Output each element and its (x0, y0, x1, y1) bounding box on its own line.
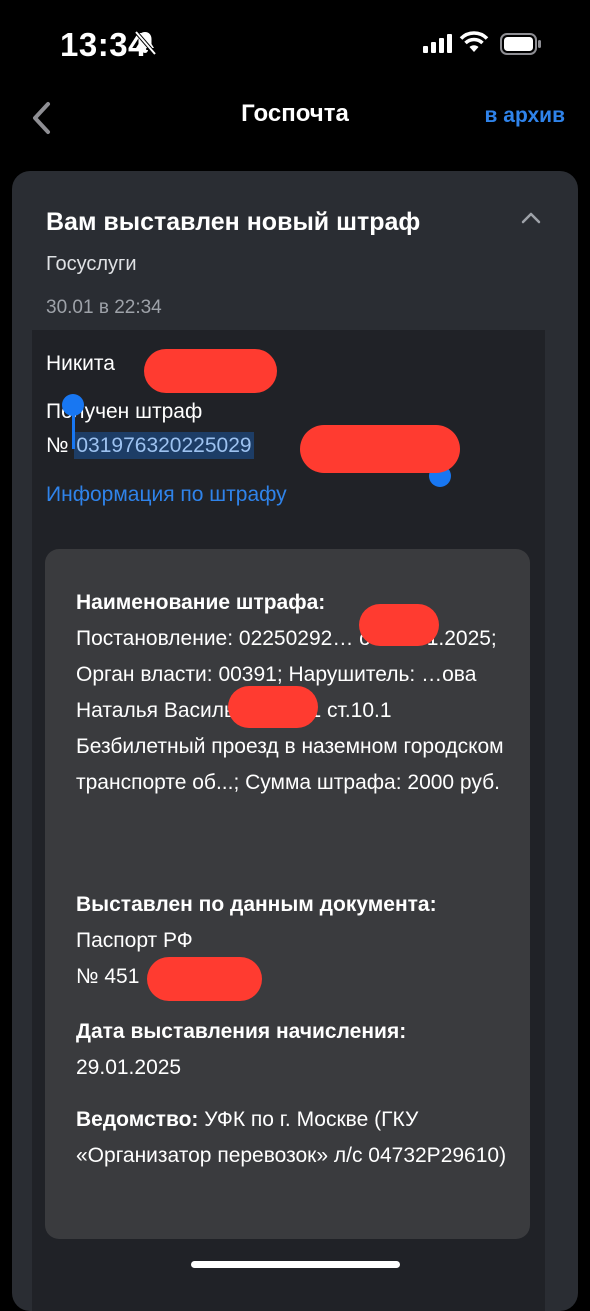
signal-icon (423, 34, 452, 53)
accrual-date-block: Дата выставления начисления: 29.01.2025 (76, 1014, 516, 1086)
fine-number-line: № 031976320225029 (46, 432, 254, 459)
document-block: Выставлен по данным документа: Паспорт Р… (76, 887, 516, 995)
number-prefix: № (46, 434, 69, 457)
status-bar: 13:34 (0, 0, 590, 88)
message-card: Вам выставлен новый штраф Госуслуги 30.0… (12, 171, 578, 1311)
fine-info-link[interactable]: Информация по штрафу (46, 483, 287, 507)
agency-block: Ведомство: УФК по г. Москве (ГКУ «Органи… (76, 1102, 516, 1174)
accrual-date-label: Дата выставления начисления: (76, 1020, 407, 1043)
redaction-mark (359, 604, 439, 646)
home-indicator[interactable] (191, 1261, 400, 1268)
greeting-text: Никита (46, 352, 115, 375)
chevron-up-icon[interactable] (520, 211, 542, 225)
nav-bar: Госпочта в архив (0, 88, 590, 148)
message-body: Никита Получен штраф № 031976320225029 И… (32, 330, 545, 1311)
accrual-date-value: 29.01.2025 (76, 1056, 182, 1079)
fine-name-label: Наименование штрафа: (76, 591, 326, 614)
selection-start-handle[interactable] (62, 394, 84, 416)
redaction-mark (228, 686, 318, 728)
fine-details-box: Наименование штрафа: Постановление: 0225… (45, 549, 530, 1239)
agency-label: Ведомство: (76, 1108, 199, 1131)
fine-number-selected[interactable]: 031976320225029 (74, 432, 254, 459)
document-number: № 451 (76, 965, 140, 988)
battery-icon (500, 33, 541, 55)
bell-slash-icon (134, 30, 157, 56)
archive-button[interactable]: в архив (485, 104, 565, 128)
document-label: Выставлен по данным документа: (76, 893, 437, 916)
redaction-mark (147, 957, 262, 1001)
document-value: Паспорт РФ (76, 929, 193, 952)
wifi-icon (459, 31, 489, 52)
message-sender: Госуслуги (46, 253, 137, 275)
redaction-mark (300, 425, 460, 473)
message-date: 30.01 в 22:34 (46, 297, 162, 318)
redaction-mark (144, 349, 277, 393)
message-title: Вам выставлен новый штраф (46, 208, 421, 236)
